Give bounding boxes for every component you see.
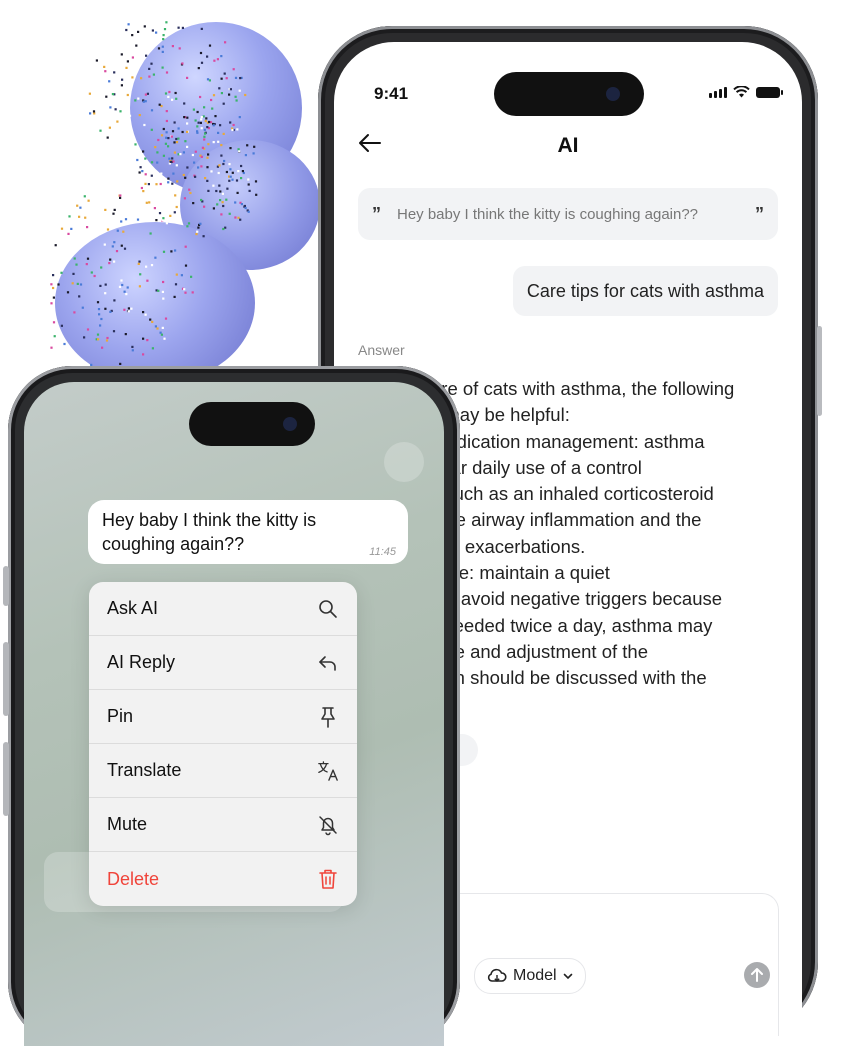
status-icons bbox=[709, 86, 783, 98]
front-phone: Hey baby I think the kitty is coughing a… bbox=[3, 366, 460, 1046]
battery-icon bbox=[756, 87, 783, 98]
menu-item-translate[interactable]: Translate bbox=[89, 744, 357, 798]
menu-item-mute[interactable]: Mute bbox=[89, 798, 357, 852]
model-selector[interactable]: Model bbox=[474, 958, 586, 994]
pin-icon bbox=[317, 706, 339, 728]
signal-icon bbox=[709, 87, 727, 98]
menu-item-ask-ai[interactable]: Ask AI bbox=[89, 582, 357, 636]
bell-off-icon bbox=[317, 814, 339, 836]
menu-item-pin[interactable]: Pin bbox=[89, 690, 357, 744]
volume-up-button bbox=[3, 642, 9, 716]
wifi-icon bbox=[733, 86, 750, 98]
blurred-avatar bbox=[384, 442, 424, 482]
chat-message-text: Hey baby I think the kitty is coughing a… bbox=[102, 510, 317, 554]
context-menu: Ask AI AI Reply Pin Translate Mute Delet… bbox=[89, 582, 357, 906]
menu-item-label: AI Reply bbox=[107, 652, 176, 672]
cloud-icon bbox=[487, 968, 507, 982]
quoted-text: Hey baby I think the kitty is coughing a… bbox=[397, 205, 699, 223]
action-button bbox=[3, 566, 9, 606]
quote-close-mark: ” bbox=[755, 203, 764, 224]
answer-label: Answer bbox=[358, 342, 405, 358]
dynamic-island bbox=[494, 72, 644, 116]
quote-open-mark: ” bbox=[372, 203, 381, 224]
user-prompt-bubble: Care tips for cats with asthma bbox=[512, 266, 778, 316]
blob-speckles bbox=[50, 21, 258, 366]
send-button[interactable] bbox=[744, 962, 770, 988]
model-label: Model bbox=[513, 967, 557, 984]
menu-item-label: Pin bbox=[107, 706, 134, 726]
chat-message-time: 11:45 bbox=[369, 546, 396, 558]
menu-item-label: Delete bbox=[107, 868, 160, 889]
quoted-message: ” Hey baby I think the kitty is coughing… bbox=[358, 188, 778, 240]
status-bar: 9:41 bbox=[334, 42, 802, 116]
dynamic-island bbox=[189, 402, 315, 446]
arrow-up-icon bbox=[751, 968, 763, 982]
side-button bbox=[817, 326, 822, 416]
menu-item-label: Mute bbox=[107, 814, 148, 834]
page-title: AI bbox=[557, 134, 579, 157]
status-time: 9:41 bbox=[374, 84, 409, 103]
volume-down-button bbox=[3, 742, 9, 816]
menu-item-label: Ask AI bbox=[107, 598, 159, 618]
reply-icon bbox=[317, 652, 339, 674]
trash-icon bbox=[317, 868, 339, 890]
search-icon bbox=[317, 598, 339, 620]
chat-screen: Hey baby I think the kitty is coughing a… bbox=[24, 382, 444, 1046]
chat-message-bubble[interactable]: Hey baby I think the kitty is coughing a… bbox=[88, 500, 408, 564]
chevron-down-icon bbox=[563, 973, 572, 979]
translate-icon bbox=[317, 760, 339, 782]
menu-item-label: Translate bbox=[107, 760, 182, 780]
menu-item-ai-reply[interactable]: AI Reply bbox=[89, 636, 357, 690]
menu-item-delete[interactable]: Delete bbox=[89, 852, 357, 906]
